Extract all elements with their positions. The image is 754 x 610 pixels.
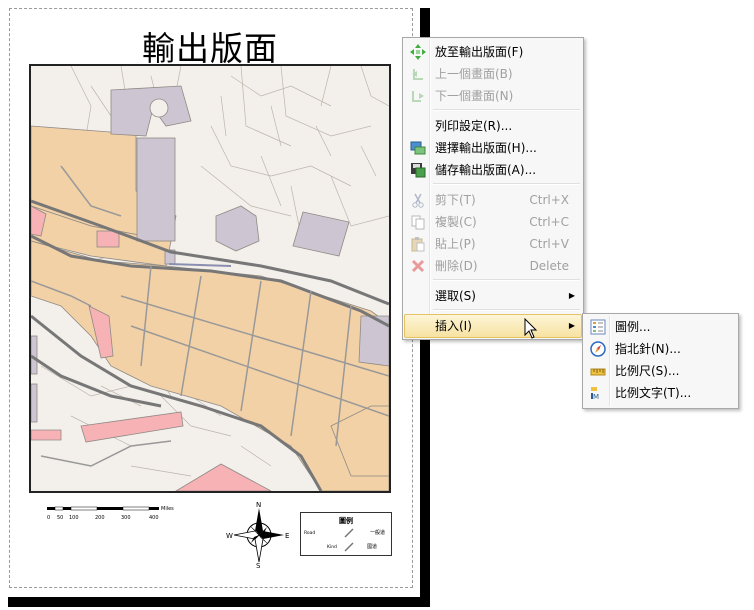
- zoom-to-layout-icon: [410, 44, 426, 60]
- submenu-item-label: 指北針(N)...: [615, 342, 681, 356]
- menu-item-zoom-to-layout[interactable]: 放至輸出版面(F): [405, 41, 581, 63]
- cut-icon: [410, 192, 426, 208]
- legend-row-value: 國道: [367, 543, 377, 550]
- menu-item-shortcut: Ctrl+C: [529, 215, 569, 229]
- scale-tick-2: 100: [69, 515, 79, 521]
- menu-item-shortcut: Delete: [529, 259, 569, 273]
- north-arrow-icon: [590, 341, 606, 357]
- menu-separator: [433, 183, 580, 185]
- submenu-item-scale-bar[interactable]: 比例尺(S)...: [585, 360, 736, 382]
- menu-item-label: 下一個畫面(N): [435, 89, 514, 103]
- menu-item-label: 選擇輸出版面(H)...: [435, 141, 537, 155]
- menu-item-shortcut: Ctrl+V: [529, 237, 569, 251]
- scale-unit: Miles: [161, 506, 174, 512]
- legend-row-value: 一般道: [370, 529, 385, 536]
- menu-item-label: 插入(I): [435, 319, 472, 333]
- south-label: S: [256, 562, 261, 568]
- delete-icon: [410, 258, 426, 274]
- menu-item-save-layout[interactable]: 儲存輸出版面(A)...: [405, 159, 581, 181]
- north-arrow[interactable]: N S E W: [226, 500, 292, 570]
- svg-text:M: M: [593, 393, 599, 401]
- scale-tick-3: 200: [95, 515, 105, 521]
- menu-item-label: 上一個畫面(B): [435, 67, 513, 81]
- mouse-cursor-icon: [524, 317, 538, 340]
- menu-item-label: 選取(S): [435, 289, 476, 303]
- menu-item-select[interactable]: 選取(S) ▶: [405, 285, 581, 307]
- submenu-item-legend[interactable]: 圖例...: [585, 316, 736, 338]
- scale-bar[interactable]: 0 50 100 200 300 400 Miles: [45, 504, 180, 524]
- scale-tick-4: 300: [121, 515, 131, 521]
- menu-item-print-setup[interactable]: 列印設定(R)...: [405, 115, 581, 137]
- scale-text-icon: M: [590, 385, 606, 401]
- scale-tick-0: 0: [47, 515, 50, 521]
- legend-road-symbol: [344, 528, 354, 538]
- insert-submenu: 圖例... 指北針(N)... 比例尺(S)... M 比例文字(T)...: [582, 313, 739, 409]
- previous-extent-icon: [410, 66, 426, 82]
- paste-icon: [410, 236, 426, 252]
- menu-item-label: 貼上(P): [435, 237, 476, 251]
- menu-item-paste[interactable]: 貼上(P) Ctrl+V: [405, 233, 581, 255]
- page-shadow-bottom: [8, 597, 430, 607]
- menu-item-label: 複製(C): [435, 215, 477, 229]
- menu-item-label: 列印設定(R)...: [435, 119, 513, 133]
- copy-icon: [410, 214, 426, 230]
- menu-item-cut[interactable]: 剪下(T) Ctrl+X: [405, 189, 581, 211]
- menu-item-label: 刪除(D): [435, 259, 478, 273]
- menu-separator: [433, 279, 580, 281]
- map-legend[interactable]: 圖例 Road 一般道 Kind 國道: [300, 512, 392, 556]
- menu-item-delete[interactable]: 刪除(D) Delete: [405, 255, 581, 277]
- legend-highway-symbol: [344, 542, 354, 552]
- legend-icon: [590, 319, 606, 335]
- legend-row-label: Road: [304, 530, 315, 536]
- select-layout-icon: [410, 140, 426, 156]
- east-label: E: [285, 532, 289, 540]
- scale-tick-5: 400: [149, 515, 159, 521]
- context-menu: 放至輸出版面(F) 上一個畫面(B) 下一個畫面(N) 列印設定(R)... 選…: [402, 37, 584, 340]
- menu-separator: [433, 109, 580, 111]
- submenu-arrow-icon: ▶: [568, 321, 575, 330]
- scale-tick-1: 50: [57, 515, 63, 521]
- map-frame[interactable]: [29, 64, 391, 493]
- submenu-item-label: 比例文字(T)...: [615, 386, 692, 400]
- submenu-item-north-arrow[interactable]: 指北針(N)...: [585, 338, 736, 360]
- menu-item-label: 儲存輸出版面(A)...: [435, 163, 537, 177]
- menu-item-shortcut: Ctrl+X: [529, 193, 569, 207]
- legend-row-label: Kind: [327, 544, 337, 550]
- submenu-arrow-icon: ▶: [568, 291, 575, 300]
- menu-item-label: 放至輸出版面(F): [435, 45, 524, 59]
- west-label: W: [226, 532, 233, 540]
- north-label: N: [256, 501, 261, 509]
- map-view: [31, 66, 389, 491]
- submenu-item-label: 比例尺(S)...: [615, 364, 680, 378]
- submenu-item-scale-text[interactable]: M 比例文字(T)...: [585, 382, 736, 404]
- menu-item-next-extent[interactable]: 下一個畫面(N): [405, 85, 581, 107]
- menu-item-copy[interactable]: 複製(C) Ctrl+C: [405, 211, 581, 233]
- next-extent-icon: [410, 88, 426, 104]
- menu-item-label: 剪下(T): [435, 193, 476, 207]
- menu-item-select-layout[interactable]: 選擇輸出版面(H)...: [405, 137, 581, 159]
- submenu-item-label: 圖例...: [615, 320, 651, 334]
- menu-item-previous-extent[interactable]: 上一個畫面(B): [405, 63, 581, 85]
- layout-title[interactable]: 輸出版面: [30, 22, 390, 70]
- menu-item-insert[interactable]: 插入(I) ▶: [404, 314, 582, 338]
- save-layout-icon: [410, 162, 426, 178]
- legend-title: 圖例: [339, 516, 353, 525]
- menu-separator: [433, 309, 580, 311]
- scale-bar-icon: [590, 363, 606, 379]
